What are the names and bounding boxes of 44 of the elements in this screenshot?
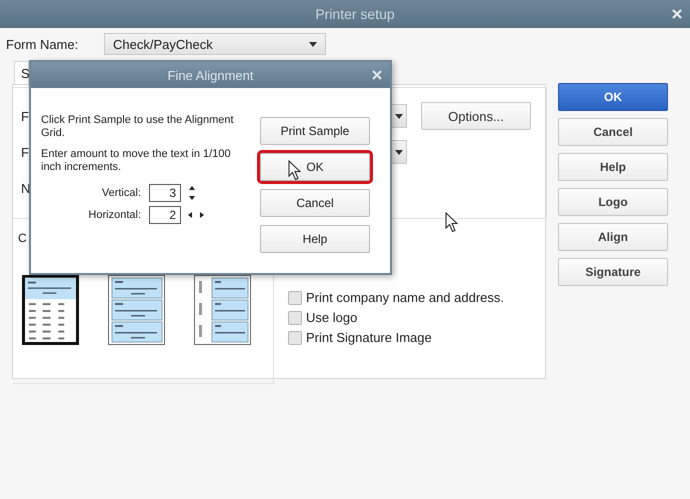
check-style-thumbnail[interactable]	[108, 275, 165, 345]
input-field[interactable]: 3	[149, 184, 181, 202]
dialog-button[interactable]: Print Sample	[260, 117, 370, 145]
dialog-title: Fine Alignment	[168, 68, 254, 82]
action-button[interactable]: Help	[558, 153, 668, 181]
settings-tab[interactable]: S	[14, 61, 29, 84]
section-label: C	[18, 231, 27, 245]
dialog-button[interactable]: Cancel	[260, 189, 370, 217]
action-button[interactable]: Align	[558, 223, 668, 251]
caret-icon	[394, 150, 402, 154]
setting-label: F	[21, 108, 29, 124]
mouse-pointer-icon	[288, 160, 302, 181]
checkbox-label: Print Signature Image	[306, 330, 432, 345]
input-field[interactable]: 2	[149, 206, 181, 224]
close-icon[interactable]	[372, 70, 382, 80]
field-label: Form Name:	[6, 36, 80, 52]
checkbox[interactable]	[288, 310, 302, 324]
instruction-text: Enter amount to move the text in 1/100 inch increments.	[41, 148, 232, 174]
instruction-text: Click Print Sample to use the Alignment Grid.	[41, 114, 235, 140]
mouse-pointer-icon	[445, 212, 459, 233]
action-button[interactable]: OK	[558, 83, 668, 111]
options-button[interactable]: Options...	[421, 102, 531, 130]
check-style-thumbnail[interactable]	[22, 275, 79, 345]
dialog-button[interactable]: Help	[260, 225, 370, 253]
action-button[interactable]: Signature	[558, 258, 668, 286]
field-label: Horizontal:	[87, 209, 142, 221]
checkbox[interactable]	[288, 290, 302, 304]
caret-icon	[309, 42, 317, 46]
action-button[interactable]: Cancel	[558, 118, 668, 146]
checkbox-label: Use logo	[306, 310, 358, 325]
field-label: Vertical:	[100, 187, 142, 199]
setting-label: F	[21, 144, 29, 160]
form-name-dropdown[interactable]: Check/PayCheck	[104, 33, 326, 55]
close-icon[interactable]	[672, 9, 682, 19]
dialog-button[interactable]: OK	[260, 153, 370, 181]
caret-icon	[394, 114, 402, 118]
spinner-icon[interactable]	[187, 210, 205, 220]
checkbox-label: Print company name and address.	[306, 290, 504, 305]
window-title: Printer setup	[315, 6, 395, 22]
checkbox[interactable]	[288, 330, 302, 344]
check-style-thumbnail[interactable]	[194, 275, 251, 345]
dropdown-button[interactable]	[391, 140, 407, 164]
dropdown-button[interactable]	[391, 104, 407, 128]
action-button[interactable]: Logo	[558, 188, 668, 216]
